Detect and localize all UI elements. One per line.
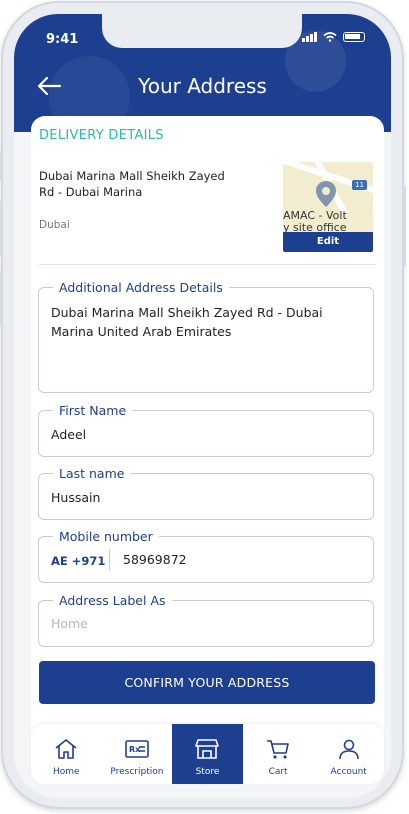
phone-notch (102, 14, 302, 48)
delivery-address: Dubai Marina Mall Sheikh Zayed Rd - Duba… (39, 169, 225, 199)
page-title: Your Address (138, 74, 267, 98)
mobile-number-field[interactable]: Mobile number AE +971 58969872 (38, 529, 374, 583)
power-button (403, 186, 406, 266)
app-header: 9:41 Your Address (14, 14, 391, 132)
additional-address-label: Additional Address Details (53, 280, 229, 295)
first-name-value[interactable]: Adeel (51, 425, 86, 444)
wifi-icon (323, 32, 337, 42)
country-code-divider (109, 549, 110, 571)
status-icons (302, 32, 365, 42)
volume-down-button (0, 271, 2, 326)
prescription-icon: Rx (125, 740, 149, 758)
status-time: 9:41 (46, 32, 79, 47)
map-thumbnail[interactable]: 11 AMAC - Volt y site office Edit (283, 162, 373, 252)
nav-label-cart: Cart (268, 767, 288, 777)
battery-icon (343, 32, 365, 42)
nav-label-account: Account (330, 767, 367, 777)
address-label-label: Address Label As (53, 593, 172, 608)
cart-icon (267, 740, 289, 759)
store-icon (195, 739, 220, 759)
nav-item-home[interactable]: Home (31, 724, 102, 784)
nav-label-prescription: Prescription (110, 767, 164, 777)
additional-address-field[interactable]: Additional Address Details Dubai Marina … (38, 280, 374, 393)
mobile-number-value[interactable]: 58969872 (123, 552, 187, 567)
first-name-label: First Name (53, 403, 133, 418)
phone-frame: 9:41 Your Address DELIVERY DETAILS Dubai… (0, 1, 406, 809)
nav-item-account[interactable]: Account (313, 724, 384, 784)
nav-label-home: Home (53, 767, 80, 777)
mobile-number-label: Mobile number (53, 529, 159, 544)
map-route-badge: 11 (352, 180, 367, 190)
map-place-label: AMAC - Volt y site office (283, 209, 347, 234)
additional-address-value[interactable]: Dubai Marina Mall Sheikh Zayed Rd - Duba… (51, 303, 361, 341)
mute-switch (0, 151, 2, 181)
section-divider (39, 264, 376, 265)
nav-item-cart[interactable]: Cart (243, 724, 314, 784)
address-label-placeholder[interactable]: Home (51, 616, 88, 631)
first-name-field[interactable]: First Name Adeel (38, 403, 374, 457)
address-form-card: DELIVERY DETAILS Dubai Marina Mall Sheik… (31, 116, 384, 736)
delivery-details-heading: DELIVERY DETAILS (39, 128, 164, 143)
home-icon (55, 739, 77, 759)
nav-label-store: Store (195, 767, 220, 777)
last-name-value[interactable]: Hussain (51, 488, 100, 507)
nav-item-prescription[interactable]: Rx Prescription (102, 724, 173, 784)
last-name-label: Last name (53, 466, 131, 481)
map-pin-icon (316, 181, 336, 207)
signal-icon (302, 32, 317, 42)
confirm-address-button[interactable]: CONFIRM YOUR ADDRESS (39, 661, 375, 704)
delivery-city: Dubai (39, 219, 70, 231)
bottom-navigation: Home Rx Prescription Store Cart Account (31, 724, 384, 784)
country-code-selector[interactable]: AE +971 (51, 554, 105, 568)
last-name-field[interactable]: Last name Hussain (38, 466, 374, 520)
edit-location-button[interactable]: Edit (283, 232, 373, 252)
nav-item-store[interactable]: Store (172, 724, 243, 784)
account-icon (338, 739, 359, 760)
app-screen: 9:41 Your Address DELIVERY DETAILS Dubai… (14, 14, 391, 798)
volume-up-button (0, 201, 2, 256)
address-label-field[interactable]: Address Label As Home (38, 593, 374, 647)
